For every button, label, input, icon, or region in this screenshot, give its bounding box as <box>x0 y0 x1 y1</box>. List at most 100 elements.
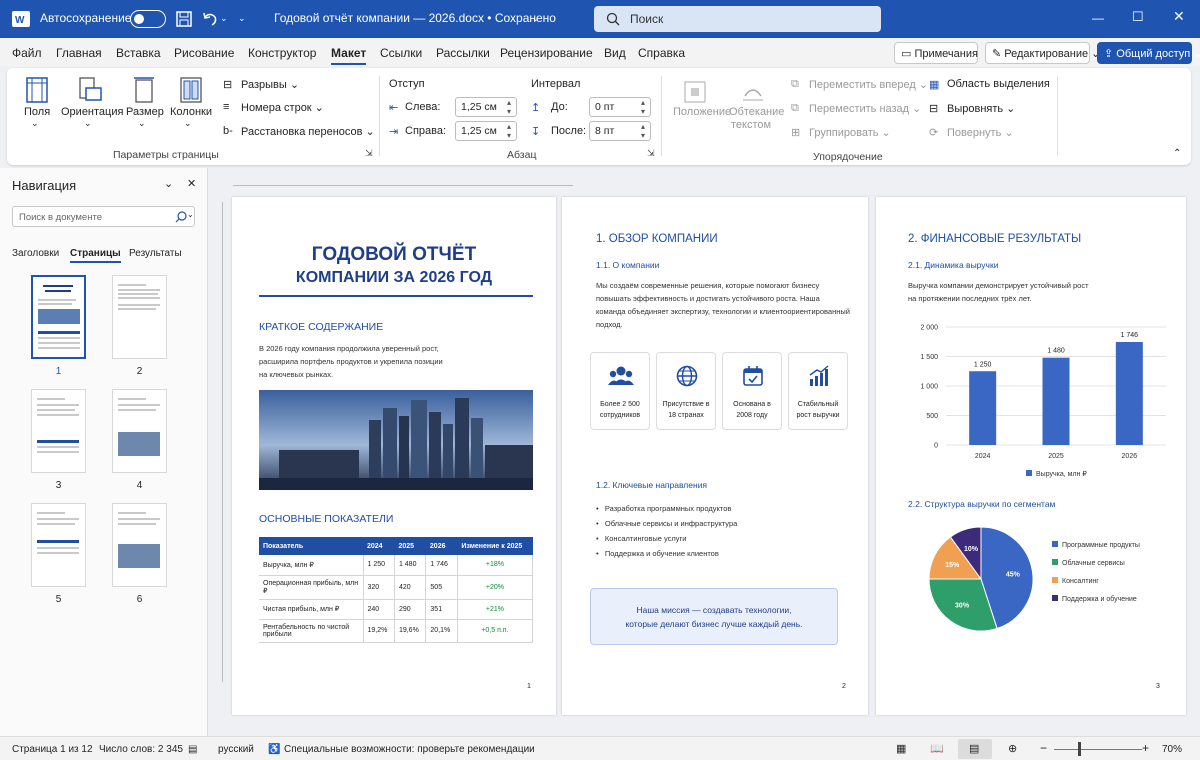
language[interactable]: русский <box>218 744 254 755</box>
page-3[interactable]: 2. ФИНАНСОВЫЕ РЕЗУЛЬТАТЫ 2.1. Динамика в… <box>876 197 1186 715</box>
tab-insert[interactable]: Вставка <box>116 46 161 60</box>
title-chevron-icon[interactable]: ⌄ <box>532 13 540 24</box>
tab-references[interactable]: Ссылки <box>380 46 422 60</box>
tab-design[interactable]: Конструктор <box>248 46 316 60</box>
page-1[interactable]: ГОДОВОЙ ОТЧЁТ КОМПАНИИ ЗА 2026 ГОД КРАТК… <box>232 197 556 715</box>
nav-search-input[interactable]: Поиск в документе ⌄ <box>12 206 195 227</box>
close-button[interactable]: ✕ <box>1173 8 1185 25</box>
page-thumbnail-3[interactable] <box>31 389 86 473</box>
thumb-table <box>37 540 79 543</box>
zoom-out-button[interactable]: − <box>1040 741 1047 755</box>
page-2[interactable]: 1. ОБЗОР КОМПАНИИ 1.1. О компании Мы соз… <box>562 197 868 715</box>
margins-button[interactable]: Поля <box>24 106 50 118</box>
orientation-icon[interactable] <box>77 76 103 104</box>
indent-left-input[interactable]: 1,25 см <box>455 97 517 117</box>
align-button[interactable]: Выровнять ⌄ <box>947 102 1015 115</box>
page-thumbnail-1[interactable] <box>31 275 86 359</box>
page-count[interactable]: Страница 1 из 12 <box>12 744 93 755</box>
paragraph-group-label: Абзац <box>507 149 537 161</box>
rotate-button[interactable]: Повернуть ⌄ <box>947 126 1014 139</box>
minimize-button[interactable]: — <box>1092 11 1104 25</box>
breaks-icon: ⊟ <box>223 79 233 91</box>
size-button[interactable]: Размер <box>126 106 164 118</box>
editing-mode-button[interactable]: ✎ Редактирование ⌄ <box>985 42 1100 64</box>
legend-swatch <box>1052 541 1058 547</box>
page-thumbnail-5[interactable] <box>31 503 86 587</box>
nav-tab-headings[interactable]: Заголовки <box>12 248 59 259</box>
share-button[interactable]: ⇪ Общий доступ ⌄ <box>1097 42 1200 64</box>
paragraph-launcher-icon[interactable]: ⇲ <box>647 148 655 159</box>
zoom-slider-track[interactable] <box>1054 749 1142 750</box>
nav-options-icon[interactable]: ⌄ <box>164 177 173 190</box>
search-options-chevron-icon[interactable]: ⌄ <box>187 210 194 219</box>
tab-draw[interactable]: Рисование <box>174 46 234 60</box>
legend-label: Выручка, млн ₽ <box>1036 470 1087 478</box>
web-layout-icon[interactable]: ⊕ <box>1008 742 1017 755</box>
tab-file[interactable]: Файл <box>12 46 42 60</box>
autosave-toggle[interactable] <box>130 10 166 28</box>
card-line: Более 2 500 <box>600 401 640 408</box>
kpi-table: Показатель 2024 2025 2026 Изменение к 20… <box>259 537 534 643</box>
columns-icon[interactable] <box>179 76 203 104</box>
read-mode-icon[interactable]: 📖 <box>930 742 944 755</box>
bring-forward-button[interactable]: Переместить вперед ⌄ <box>809 78 928 91</box>
table-header: Показатель <box>259 537 363 555</box>
undo-dropdown-icon[interactable]: ⌄ <box>220 13 228 24</box>
margins-icon[interactable] <box>25 76 49 104</box>
tab-help[interactable]: Справка <box>638 46 685 60</box>
tab-mailings[interactable]: Рассылки <box>436 46 490 60</box>
indent-right-input[interactable]: 1,25 см <box>455 121 517 141</box>
columns-button[interactable]: Колонки <box>170 106 212 118</box>
customize-toolbar-icon[interactable]: ⌄ <box>238 13 246 24</box>
thumb-line <box>118 284 146 286</box>
bar <box>1042 357 1070 445</box>
table-header: 2024 <box>363 537 395 555</box>
undo-icon[interactable] <box>202 11 218 27</box>
nav-tab-results[interactable]: Результаты <box>129 248 182 259</box>
save-icon[interactable] <box>176 11 192 27</box>
nav-close-icon[interactable]: ✕ <box>187 177 196 190</box>
nav-tab-pages[interactable]: Страницы <box>70 248 121 263</box>
collapse-ribbon-icon[interactable]: ⌃ <box>1173 148 1181 159</box>
focus-mode-icon[interactable]: ▦ <box>896 742 906 755</box>
zoom-in-button[interactable]: + <box>1142 741 1149 755</box>
page-thumbnail-4[interactable] <box>112 389 167 473</box>
proofing-icon[interactable]: ▤ <box>188 744 197 755</box>
size-icon[interactable] <box>132 76 156 104</box>
city-skyline-image[interactable] <box>259 390 533 490</box>
thumb-line <box>37 398 65 400</box>
orientation-button[interactable]: Ориентация <box>61 106 123 118</box>
growth-chart-icon <box>809 365 829 386</box>
breaks-button[interactable]: Разрывы ⌄ <box>241 78 299 91</box>
wrap-text-label-1[interactable]: Обтекание <box>729 106 784 118</box>
spacing-before-input[interactable]: 0 пт <box>589 97 651 117</box>
accessibility-status[interactable]: Специальные возможности: проверьте реком… <box>284 744 535 755</box>
position-button[interactable]: Положение <box>673 106 731 118</box>
line-numbers-button[interactable]: Номера строк ⌄ <box>241 101 324 114</box>
search-box[interactable]: Поиск <box>594 6 881 32</box>
group-objects-button[interactable]: Группировать ⌄ <box>809 126 891 139</box>
page-setup-launcher-icon[interactable]: ⇲ <box>365 148 373 159</box>
tab-layout[interactable]: Макет <box>331 46 367 65</box>
hyphenation-button[interactable]: Расстановка переносов ⌄ <box>241 125 375 138</box>
table-cell: Чистая прибыль, млн ₽ <box>259 599 364 620</box>
tab-review[interactable]: Рецензирование <box>500 46 593 60</box>
document-title[interactable]: Годовой отчёт компании — 2026.docx • Сох… <box>274 11 556 25</box>
tab-home[interactable]: Главная <box>56 46 102 60</box>
send-backward-button[interactable]: Переместить назад ⌄ <box>809 102 921 115</box>
selection-pane-button[interactable]: Область выделения <box>947 78 1050 90</box>
maximize-button[interactable]: ☐ <box>1132 9 1144 25</box>
spacing-after-input[interactable]: 8 пт <box>589 121 651 141</box>
word-count[interactable]: Число слов: 2 345 <box>99 744 183 755</box>
search-icon[interactable] <box>175 211 187 223</box>
print-layout-button[interactable]: ▤ <box>958 739 992 759</box>
table-cell: 320 <box>363 575 395 600</box>
table-cell: +21% <box>457 599 534 620</box>
comments-button[interactable]: ▭ Примечания <box>894 42 978 64</box>
zoom-slider-thumb[interactable] <box>1078 742 1081 756</box>
tab-view[interactable]: Вид <box>604 46 626 60</box>
wrap-text-label-2[interactable]: текстом <box>731 119 771 131</box>
zoom-level[interactable]: 70% <box>1162 744 1182 755</box>
page-thumbnail-2[interactable] <box>112 275 167 359</box>
page-thumbnail-6[interactable] <box>112 503 167 587</box>
